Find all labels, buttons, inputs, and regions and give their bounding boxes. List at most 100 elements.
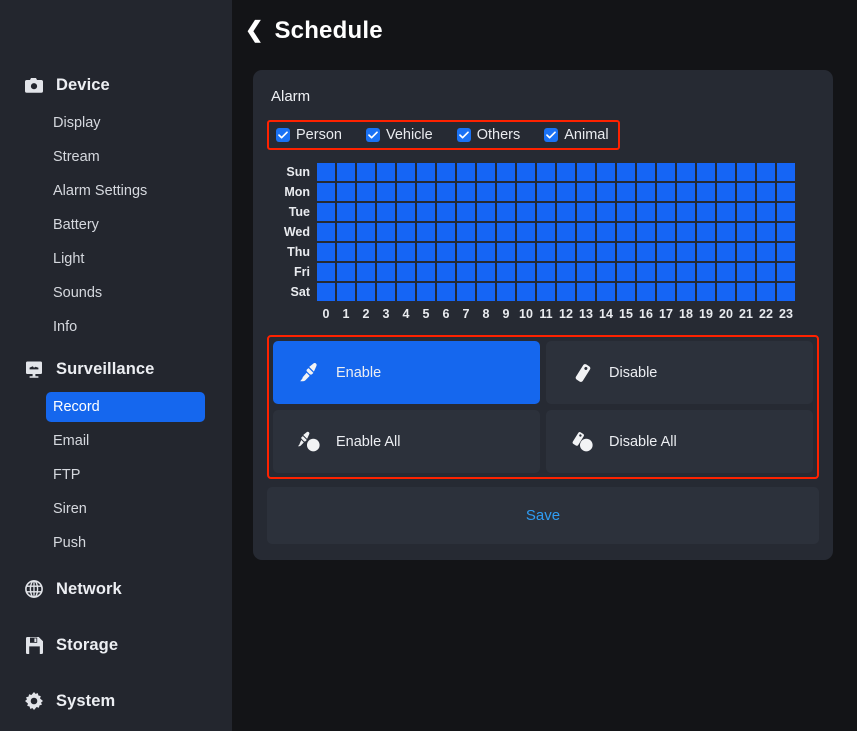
schedule-cell[interactable]	[317, 243, 335, 261]
schedule-cell[interactable]	[657, 223, 675, 241]
schedule-cell[interactable]	[617, 183, 635, 201]
schedule-cell[interactable]	[357, 283, 375, 301]
schedule-cell[interactable]	[697, 263, 715, 281]
schedule-cell[interactable]	[457, 263, 475, 281]
schedule-cell[interactable]	[617, 203, 635, 221]
schedule-cell[interactable]	[317, 223, 335, 241]
schedule-cell[interactable]	[737, 223, 755, 241]
schedule-cell[interactable]	[697, 223, 715, 241]
schedule-cell[interactable]	[417, 163, 435, 181]
schedule-row[interactable]	[317, 283, 833, 301]
schedule-cell[interactable]	[457, 223, 475, 241]
schedule-cell[interactable]	[337, 183, 355, 201]
schedule-cell[interactable]	[597, 163, 615, 181]
schedule-cell[interactable]	[557, 283, 575, 301]
schedule-cells[interactable]	[317, 163, 833, 303]
schedule-cell[interactable]	[397, 223, 415, 241]
schedule-cell[interactable]	[737, 283, 755, 301]
schedule-cell[interactable]	[717, 223, 735, 241]
schedule-cell[interactable]	[437, 203, 455, 221]
schedule-cell[interactable]	[777, 203, 795, 221]
schedule-cell[interactable]	[537, 203, 555, 221]
schedule-cell[interactable]	[777, 163, 795, 181]
schedule-cell[interactable]	[437, 183, 455, 201]
chevron-left-icon[interactable]: ❮	[245, 19, 263, 41]
schedule-row[interactable]	[317, 163, 833, 181]
schedule-cell[interactable]	[317, 283, 335, 301]
schedule-cell[interactable]	[497, 263, 515, 281]
schedule-cell[interactable]	[397, 263, 415, 281]
sidebar-item-alarm-settings[interactable]: Alarm Settings	[46, 176, 204, 206]
sidebar-group-storage[interactable]: Storage	[0, 628, 232, 662]
schedule-cell[interactable]	[557, 263, 575, 281]
sidebar-item-battery[interactable]: Battery	[46, 210, 204, 240]
schedule-cell[interactable]	[757, 243, 775, 261]
schedule-cell[interactable]	[557, 183, 575, 201]
schedule-cell[interactable]	[757, 283, 775, 301]
schedule-cell[interactable]	[577, 183, 595, 201]
schedule-cell[interactable]	[537, 163, 555, 181]
schedule-cell[interactable]	[317, 183, 335, 201]
schedule-cell[interactable]	[477, 243, 495, 261]
schedule-cell[interactable]	[497, 223, 515, 241]
schedule-cell[interactable]	[617, 243, 635, 261]
schedule-cell[interactable]	[737, 163, 755, 181]
schedule-cell[interactable]	[577, 163, 595, 181]
sidebar-item-display[interactable]: Display	[46, 108, 204, 138]
schedule-cell[interactable]	[517, 203, 535, 221]
schedule-cell[interactable]	[437, 243, 455, 261]
schedule-cell[interactable]	[537, 263, 555, 281]
schedule-cell[interactable]	[337, 223, 355, 241]
schedule-cell[interactable]	[437, 263, 455, 281]
schedule-cell[interactable]	[637, 283, 655, 301]
schedule-cell[interactable]	[377, 223, 395, 241]
schedule-cell[interactable]	[417, 243, 435, 261]
schedule-cell[interactable]	[717, 263, 735, 281]
sidebar-group-network[interactable]: Network	[0, 572, 232, 606]
schedule-cell[interactable]	[737, 183, 755, 201]
schedule-cell[interactable]	[377, 243, 395, 261]
checkbox-others[interactable]: Others	[456, 127, 520, 143]
schedule-cell[interactable]	[637, 203, 655, 221]
schedule-cell[interactable]	[737, 243, 755, 261]
schedule-cell[interactable]	[477, 223, 495, 241]
schedule-cell[interactable]	[717, 163, 735, 181]
schedule-cell[interactable]	[777, 263, 795, 281]
schedule-cell[interactable]	[337, 243, 355, 261]
schedule-row[interactable]	[317, 183, 833, 201]
schedule-cell[interactable]	[697, 183, 715, 201]
sidebar-item-ftp[interactable]: FTP	[46, 460, 204, 490]
schedule-cell[interactable]	[377, 203, 395, 221]
schedule-cell[interactable]	[557, 203, 575, 221]
schedule-cell[interactable]	[417, 223, 435, 241]
schedule-cell[interactable]	[477, 283, 495, 301]
schedule-cell[interactable]	[757, 163, 775, 181]
disable-button[interactable]: Disable	[546, 341, 813, 404]
sidebar-item-email[interactable]: Email	[46, 426, 204, 456]
schedule-cell[interactable]	[697, 163, 715, 181]
schedule-cell[interactable]	[397, 283, 415, 301]
schedule-cell[interactable]	[397, 203, 415, 221]
schedule-cell[interactable]	[537, 183, 555, 201]
sidebar-item-push[interactable]: Push	[46, 528, 204, 558]
schedule-cell[interactable]	[677, 243, 695, 261]
schedule-cell[interactable]	[417, 183, 435, 201]
schedule-cell[interactable]	[577, 263, 595, 281]
schedule-cell[interactable]	[537, 223, 555, 241]
schedule-cell[interactable]	[677, 263, 695, 281]
schedule-cell[interactable]	[417, 203, 435, 221]
schedule-cell[interactable]	[637, 163, 655, 181]
schedule-cell[interactable]	[737, 203, 755, 221]
save-button[interactable]: Save	[267, 487, 819, 544]
schedule-row[interactable]	[317, 223, 833, 241]
schedule-cell[interactable]	[757, 263, 775, 281]
enable-button[interactable]: Enable	[273, 341, 540, 404]
checkbox-animal[interactable]: Animal	[544, 127, 609, 143]
schedule-cell[interactable]	[697, 243, 715, 261]
schedule-cell[interactable]	[457, 203, 475, 221]
schedule-cell[interactable]	[417, 263, 435, 281]
schedule-cell[interactable]	[477, 203, 495, 221]
schedule-cell[interactable]	[597, 263, 615, 281]
schedule-cell[interactable]	[597, 203, 615, 221]
schedule-cell[interactable]	[457, 163, 475, 181]
